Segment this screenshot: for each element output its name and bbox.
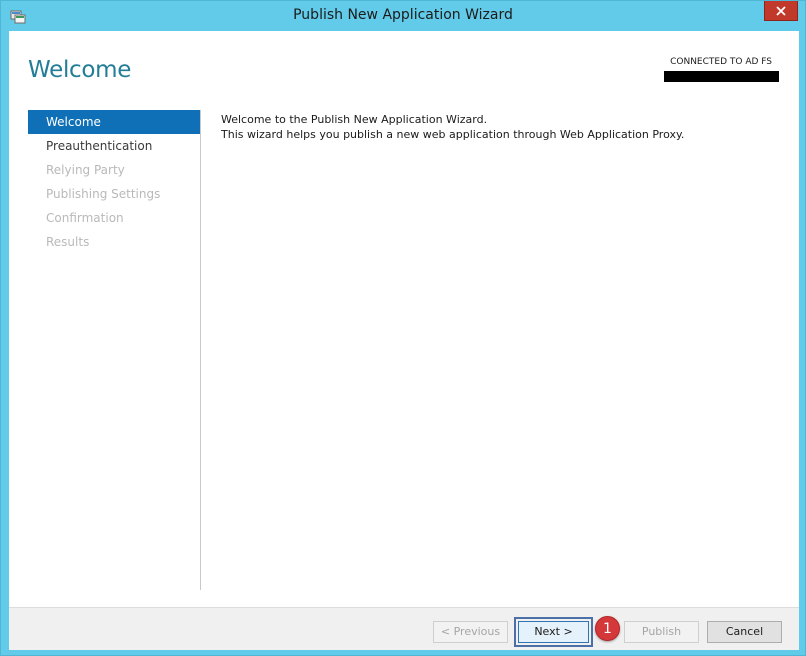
nav-step-preauthentication[interactable]: Preauthentication bbox=[28, 134, 200, 158]
publish-button: Publish bbox=[624, 621, 699, 643]
nav-step-publishing-settings: Publishing Settings bbox=[46, 187, 161, 201]
wizard-window: Publish New Application Wizard Welcome C… bbox=[0, 0, 806, 656]
wizard-footer: < Previous Next > 1 Publish Cancel bbox=[9, 607, 799, 650]
server-name-redacted bbox=[664, 71, 779, 82]
wizard-step-nav: Welcome Preauthentication Relying Party … bbox=[28, 110, 201, 590]
server-connection-label: CONNECTED TO AD FS bbox=[670, 57, 772, 67]
nav-step-confirmation: Confirmation bbox=[46, 211, 124, 225]
nav-step-results: Results bbox=[46, 235, 90, 249]
nav-step-welcome[interactable]: Welcome bbox=[28, 110, 200, 134]
wizard-client-area: Welcome CONNECTED TO AD FS Welcome Preau… bbox=[9, 31, 799, 650]
welcome-text-line1: Welcome to the Publish New Application W… bbox=[221, 113, 488, 126]
close-button[interactable] bbox=[764, 1, 798, 21]
cancel-button[interactable]: Cancel bbox=[707, 621, 782, 643]
previous-button: < Previous bbox=[433, 621, 508, 643]
window-title: Publish New Application Wizard bbox=[293, 7, 513, 23]
title-bar[interactable]: Publish New Application Wizard bbox=[1, 1, 805, 31]
step-badge: 1 bbox=[595, 616, 620, 641]
nav-step-relying-party: Relying Party bbox=[46, 163, 125, 177]
close-icon bbox=[776, 6, 786, 16]
next-button[interactable]: Next > bbox=[518, 621, 589, 643]
page-title: Welcome bbox=[28, 57, 132, 83]
welcome-content: Welcome to the Publish New Application W… bbox=[221, 112, 684, 142]
welcome-text-line2: This wizard helps you publish a new web … bbox=[221, 128, 685, 141]
